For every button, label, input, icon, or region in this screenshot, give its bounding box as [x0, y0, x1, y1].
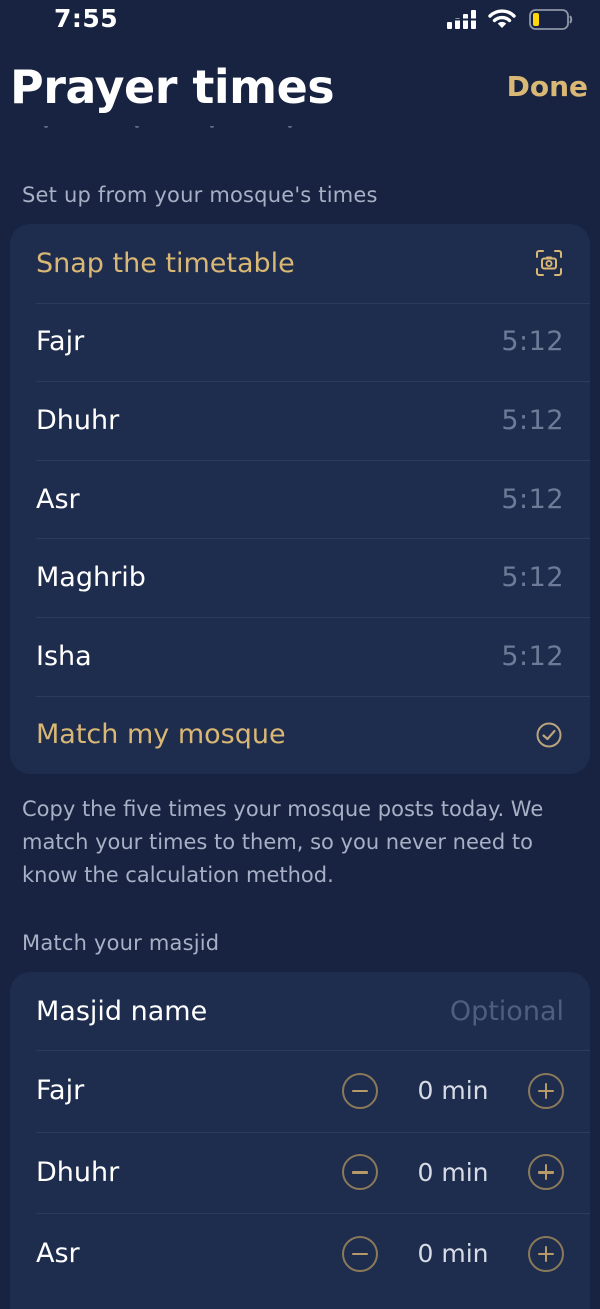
- offset-value: 0 min: [417, 1239, 489, 1269]
- offset-prayer-name: Fajr: [36, 1075, 85, 1107]
- increment-button[interactable]: [528, 1235, 564, 1272]
- offset-value: 0 min: [417, 1157, 489, 1187]
- prayer-time-value: 5:12: [501, 404, 564, 436]
- prayer-row-asr[interactable]: Asr 5:12: [10, 459, 590, 539]
- offset-row-asr: Asr 0 min: [10, 1213, 590, 1295]
- nav-header: Prayer times Done: [0, 56, 600, 126]
- snap-timetable-row[interactable]: Snap the timetable: [10, 224, 590, 303]
- checkmark-circle-icon: [534, 720, 564, 750]
- offset-value: 0 min: [417, 1076, 489, 1106]
- masjid-name-input[interactable]: Optional: [450, 996, 564, 1027]
- prayer-time-value: 5:12: [501, 483, 564, 515]
- prayer-row-maghrib[interactable]: Maghrib 5:12: [10, 538, 590, 617]
- decrement-button[interactable]: [342, 1235, 378, 1272]
- offset-row-fajr: Fajr 0 min: [10, 1050, 590, 1132]
- decrement-button[interactable]: [342, 1072, 378, 1109]
- prayer-times-screen: 7:55 Prayer times Done Set up from your …: [0, 0, 600, 1309]
- prayer-row-isha[interactable]: Isha 5:12: [10, 616, 590, 696]
- prayer-row-fajr[interactable]: Fajr 5:12: [10, 302, 590, 382]
- prayer-name: Dhuhr: [36, 404, 120, 436]
- prayer-name: Fajr: [36, 326, 85, 358]
- decrement-button[interactable]: [342, 1154, 378, 1191]
- done-button[interactable]: Done: [507, 70, 588, 103]
- offset-prayer-name: Asr: [36, 1238, 80, 1270]
- camera-scan-icon: [534, 248, 564, 278]
- match-my-mosque-label: Match my mosque: [36, 719, 286, 751]
- prayer-time-value: 5:12: [501, 562, 564, 594]
- page-title: Prayer times: [10, 60, 335, 114]
- masjid-offsets-card: Masjid name Optional Fajr 0 min Dhuhr 0 …: [10, 972, 590, 1309]
- match-my-mosque-row[interactable]: Match my mosque: [10, 695, 590, 775]
- prayer-name: Isha: [36, 640, 92, 672]
- scrolled-under-text-fragment: [0, 126, 600, 144]
- status-time: 7:55: [54, 4, 119, 33]
- offset-row-dhuhr: Dhuhr 0 min: [10, 1131, 590, 1214]
- prayer-row-dhuhr[interactable]: Dhuhr 5:12: [10, 381, 590, 460]
- prayer-time-value: 5:12: [501, 326, 564, 358]
- prayer-name: Maghrib: [36, 562, 146, 594]
- snap-timetable-label: Snap the timetable: [36, 247, 295, 279]
- increment-button[interactable]: [528, 1154, 564, 1191]
- mosque-footnote: Copy the five times your mosque posts to…: [22, 797, 544, 887]
- section-label-mosque: Set up from your mosque's times: [22, 183, 378, 207]
- offset-stepper: 0 min: [342, 1154, 564, 1191]
- mosque-times-card: Snap the timetable Fajr 5:12 Dhuhr 5:12: [10, 224, 590, 775]
- section-label-masjid: Match your masjid: [22, 931, 220, 955]
- prayer-name: Asr: [36, 483, 80, 515]
- offset-stepper: 0 min: [342, 1235, 564, 1272]
- masjid-name-label: Masjid name: [36, 995, 208, 1027]
- offset-prayer-name: Dhuhr: [36, 1156, 120, 1188]
- offset-stepper: 0 min: [342, 1072, 564, 1109]
- masjid-name-row[interactable]: Masjid name Optional: [10, 972, 590, 1050]
- increment-button[interactable]: [528, 1072, 564, 1109]
- battery-icon: [529, 9, 573, 30]
- cellular-signal-icon: [446, 10, 476, 29]
- prayer-time-value: 5:12: [501, 640, 564, 672]
- status-bar: 7:55: [0, 0, 600, 44]
- wifi-icon: [488, 9, 516, 28]
